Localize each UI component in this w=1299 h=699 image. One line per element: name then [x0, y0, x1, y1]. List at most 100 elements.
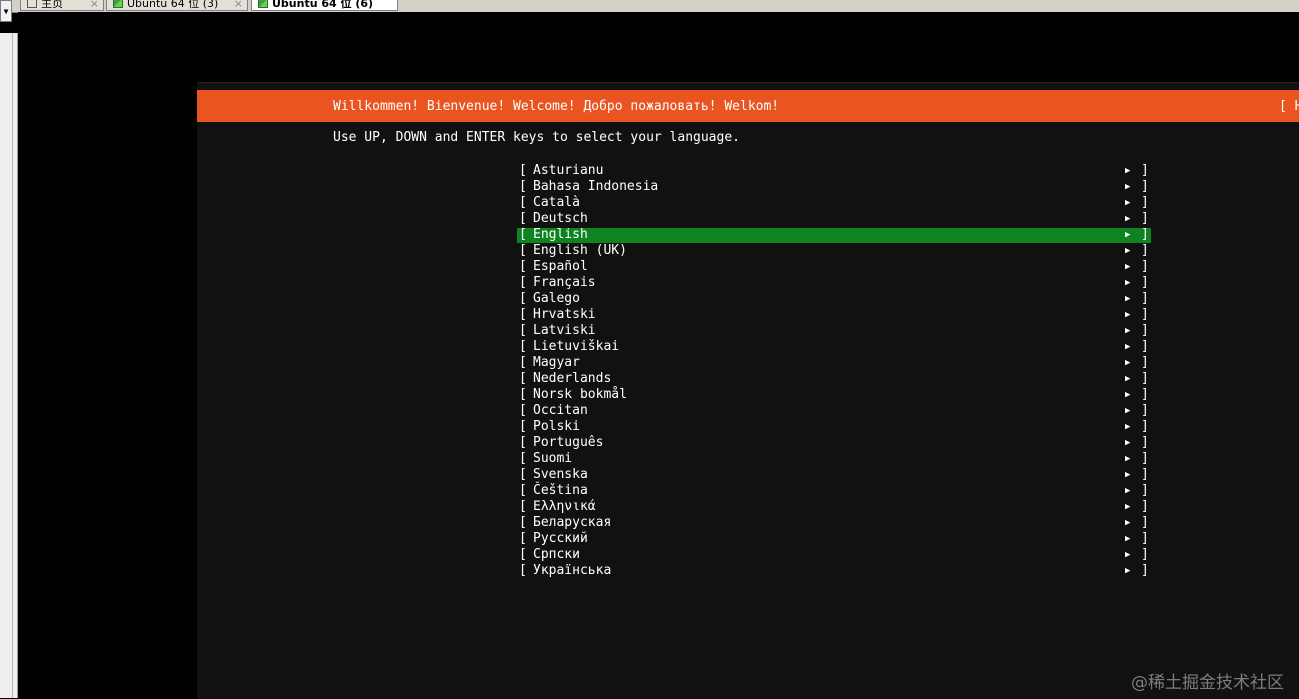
- arrow-right-icon: ▶: [1125, 278, 1131, 288]
- language-option[interactable]: [Čeština ▶]: [517, 483, 1151, 499]
- language-option[interactable]: [Asturianu ▶]: [517, 163, 1151, 179]
- bracket-open: [: [519, 531, 527, 546]
- language-option[interactable]: [Deutsch ▶]: [517, 211, 1151, 227]
- language-option[interactable]: [Magyar ▶]: [517, 355, 1151, 371]
- language-option[interactable]: [Español ▶]: [517, 259, 1151, 275]
- bracket-open: [: [519, 259, 527, 274]
- arrow-right-icon: ▶: [1125, 310, 1131, 320]
- bracket-close: ]: [1141, 355, 1149, 370]
- arrow-right-icon: ▶: [1125, 326, 1131, 336]
- language-label: Norsk bokmål: [533, 387, 627, 402]
- watermark: @稀土掘金技术社区: [1131, 673, 1284, 693]
- bracket-open: [: [519, 467, 527, 482]
- arrow-right-icon: ▶: [1125, 406, 1131, 416]
- language-option[interactable]: [Suomi ▶]: [517, 451, 1151, 467]
- language-option[interactable]: [Français ▶]: [517, 275, 1151, 291]
- language-label: Português: [533, 435, 604, 450]
- language-label: Occitan: [533, 403, 588, 418]
- language-option[interactable]: [Català ▶]: [517, 195, 1151, 211]
- library-panel: [0, 33, 18, 698]
- language-option[interactable]: [Српски ▶]: [517, 547, 1151, 563]
- language-option[interactable]: [Galego ▶]: [517, 291, 1151, 307]
- language-option[interactable]: [Occitan ▶]: [517, 403, 1151, 419]
- vm-icon: [258, 0, 268, 8]
- bracket-close: ]: [1141, 339, 1149, 354]
- bracket-close: ]: [1141, 211, 1149, 226]
- language-option[interactable]: [Bahasa Indonesia ▶]: [517, 179, 1151, 195]
- welcome-title: Willkommen! Bienvenue! Welcome! Добро по…: [333, 99, 780, 114]
- bracket-open: [: [519, 163, 527, 178]
- arrow-right-icon: ▶: [1125, 502, 1131, 512]
- language-label: Latviski: [533, 323, 596, 338]
- close-icon[interactable]: ×: [234, 0, 243, 10]
- tab-ubuntu-6[interactable]: Ubuntu 64 位 (6): [251, 0, 398, 11]
- bracket-open: [: [519, 307, 527, 322]
- bracket-close: ]: [1141, 243, 1149, 258]
- arrow-right-icon: ▶: [1125, 246, 1131, 256]
- language-label: Español: [533, 259, 588, 274]
- arrow-right-icon: ▶: [1125, 374, 1131, 384]
- tab-ubuntu-3[interactable]: Ubuntu 64 位 (3) ×: [106, 0, 248, 11]
- bracket-open: [: [519, 451, 527, 466]
- arrow-right-icon: ▶: [1125, 390, 1131, 400]
- arrow-right-icon: ▶: [1125, 470, 1131, 480]
- bracket-close: ]: [1141, 195, 1149, 210]
- language-label: Català: [533, 195, 580, 210]
- bracket-open: [: [519, 371, 527, 386]
- arrow-right-icon: ▶: [1125, 566, 1131, 576]
- language-option[interactable]: [English ▶]: [517, 227, 1151, 243]
- language-label: Suomi: [533, 451, 573, 466]
- bracket-close: ]: [1141, 483, 1149, 498]
- bracket-open: [: [519, 387, 527, 402]
- arrow-right-icon: ▶: [1125, 534, 1131, 544]
- language-option[interactable]: [English (UK) ▶]: [517, 243, 1151, 259]
- bracket-close: ]: [1141, 547, 1149, 562]
- language-label: Bahasa Indonesia: [533, 179, 659, 194]
- language-option[interactable]: [ Latviski ▶]: [517, 323, 1151, 339]
- language-option[interactable]: [Беларуская ▶]: [517, 515, 1151, 531]
- language-option[interactable]: [Українська ▶]: [517, 563, 1151, 579]
- bracket-close: ]: [1141, 163, 1149, 178]
- language-option[interactable]: [Português ▶]: [517, 435, 1151, 451]
- bracket-close: ]: [1141, 323, 1149, 338]
- bracket-open: [: [519, 515, 527, 530]
- bracket-open: [: [519, 355, 527, 370]
- language-option[interactable]: [Nederlands ▶]: [517, 371, 1151, 387]
- language-option[interactable]: [Hrvatski ▶]: [517, 307, 1151, 323]
- help-button[interactable]: [ H: [1279, 99, 1299, 114]
- language-option[interactable]: [Norsk bokmål ▶]: [517, 387, 1151, 403]
- bracket-close: ]: [1141, 451, 1149, 466]
- bracket-open: [: [519, 547, 527, 562]
- language-label: Magyar: [533, 355, 580, 370]
- language-label: Nederlands: [533, 371, 612, 386]
- bracket-open: [: [519, 179, 527, 194]
- bracket-close: ]: [1141, 467, 1149, 482]
- arrow-right-icon: ▶: [1125, 550, 1131, 560]
- language-option[interactable]: [Русский ▶]: [517, 531, 1151, 547]
- language-option[interactable]: [Svenska ▶]: [517, 467, 1151, 483]
- chevron-down-icon: ▼: [3, 6, 9, 16]
- language-label: English: [533, 227, 588, 242]
- bracket-close: ]: [1141, 291, 1149, 306]
- tab-home[interactable]: 主页 ×: [20, 0, 104, 11]
- bracket-close: ]: [1141, 531, 1149, 546]
- language-label: Беларуская: [533, 515, 612, 530]
- language-option[interactable]: [Lietuviškai ▶]: [517, 339, 1151, 355]
- language-option[interactable]: [Ελληνικά ▶]: [517, 499, 1151, 515]
- vm-icon: [113, 0, 123, 8]
- bracket-open: [: [519, 323, 527, 338]
- language-option[interactable]: [Polski ▶]: [517, 419, 1151, 435]
- bracket-close: ]: [1141, 307, 1149, 322]
- arrow-right-icon: ▶: [1125, 422, 1131, 432]
- arrow-right-icon: ▶: [1125, 294, 1131, 304]
- bracket-close: ]: [1141, 563, 1149, 578]
- bracket-close: ]: [1141, 515, 1149, 530]
- library-dropdown-button[interactable]: ▼: [0, 0, 12, 22]
- arrow-right-icon: ▶: [1125, 438, 1131, 448]
- close-icon[interactable]: ×: [90, 0, 99, 10]
- tab-label: Ubuntu 64 位 (6): [272, 0, 374, 10]
- bracket-close: ]: [1141, 259, 1149, 274]
- arrow-right-icon: ▶: [1125, 182, 1131, 192]
- installer-header: Willkommen! Bienvenue! Welcome! Добро по…: [197, 90, 1299, 122]
- bracket-close: ]: [1141, 227, 1149, 242]
